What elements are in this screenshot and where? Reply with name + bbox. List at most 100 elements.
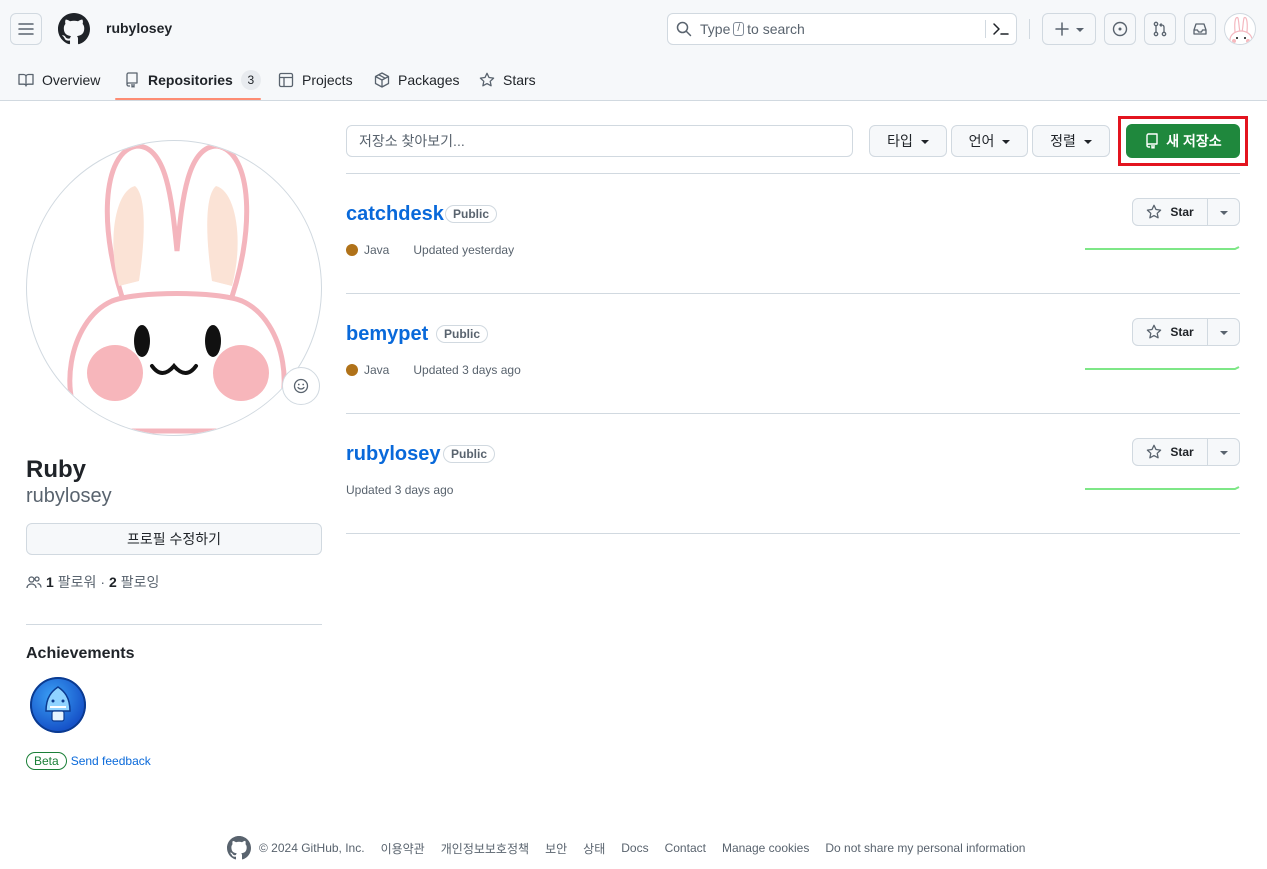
hamburger-menu-button[interactable] <box>10 13 42 45</box>
global-search-input[interactable]: Type / to search <box>667 13 1017 45</box>
footer-link-status[interactable]: 상태 <box>583 840 605 857</box>
footer-link-contact[interactable]: Contact <box>665 841 706 855</box>
star-toggle[interactable]: Star <box>1133 199 1208 225</box>
footer-link-terms[interactable]: 이용약관 <box>381 840 425 857</box>
create-new-button[interactable] <box>1042 13 1096 45</box>
package-icon <box>374 71 390 88</box>
repo-link-catchdesk[interactable]: catchdesk <box>346 203 444 226</box>
search-hint-before: Type <box>700 21 731 37</box>
new-repository-label: 새 저장소 <box>1166 133 1222 149</box>
star-button[interactable]: Star <box>1132 198 1240 226</box>
inbox-button[interactable] <box>1184 13 1216 45</box>
repo-meta: Java Updated yesterday <box>346 243 514 257</box>
people-icon <box>26 576 42 589</box>
plus-icon <box>1055 22 1069 36</box>
following-link[interactable]: 2 팔로잉 <box>109 572 159 592</box>
search-shortcut-key: / <box>733 22 745 36</box>
profile-login: rubylosey <box>26 485 112 507</box>
star-icon <box>479 72 495 86</box>
edit-profile-button[interactable]: 프로필 수정하기 <box>26 523 322 555</box>
language-color-dot <box>346 364 358 376</box>
star-icon <box>1147 204 1162 219</box>
visibility-badge: Public <box>436 325 489 343</box>
achievements-title: Achievements <box>26 645 135 662</box>
footer-link-privacy[interactable]: 개인정보보호정책 <box>441 840 529 857</box>
footer-link-do-not-share[interactable]: Do not share my personal information <box>825 841 1025 855</box>
activity-sparkline <box>1085 486 1240 490</box>
footer-link-docs[interactable]: Docs <box>621 841 648 855</box>
repository-search-input[interactable]: 저장소 찾아보기... <box>346 125 853 157</box>
tab-overview[interactable]: Overview <box>18 58 100 101</box>
tab-repositories[interactable]: Repositories 3 <box>124 58 261 101</box>
profile-avatar[interactable] <box>26 140 322 436</box>
tab-label: Stars <box>503 71 536 88</box>
repo-icon <box>126 71 138 88</box>
star-lists-dropdown[interactable] <box>1208 319 1239 345</box>
star-lists-dropdown[interactable] <box>1208 199 1239 225</box>
following-count: 2 <box>109 574 117 590</box>
tab-stars[interactable]: Stars <box>479 58 536 101</box>
star-icon <box>1147 324 1162 339</box>
followers-label: 팔로워 <box>57 574 97 590</box>
repo-link-bemypet[interactable]: bemypet <box>346 323 428 346</box>
repo-updated: Updated 3 days ago <box>346 483 454 497</box>
search-icon <box>676 21 692 37</box>
command-palette-icon[interactable] <box>992 21 1010 37</box>
inbox-icon <box>1193 23 1207 35</box>
new-repository-button[interactable]: 새 저장소 <box>1126 124 1240 158</box>
star-button[interactable]: Star <box>1132 438 1240 466</box>
chevron-down-icon <box>1002 140 1011 144</box>
activity-sparkline <box>1085 246 1240 250</box>
top-bar: rubylosey Type / to search <box>0 0 1267 58</box>
pull-requests-button[interactable] <box>1144 13 1176 45</box>
language-filter-dropdown[interactable]: 언어 <box>951 125 1028 157</box>
star-button[interactable]: Star <box>1132 318 1240 346</box>
repo-updated: Updated 3 days ago <box>413 363 521 377</box>
star-label: Star <box>1170 205 1194 219</box>
chevron-down-icon <box>1219 331 1228 335</box>
bunny-avatar-illustration <box>67 143 287 434</box>
star-toggle[interactable]: Star <box>1133 439 1208 465</box>
type-filter-dropdown[interactable]: 타입 <box>869 125 947 157</box>
dot-separator: · <box>100 574 105 590</box>
active-tab-indicator <box>115 98 261 100</box>
followers-count: 1 <box>46 574 54 590</box>
footer-link-manage-cookies[interactable]: Manage cookies <box>722 841 809 855</box>
footer-link-security[interactable]: 보안 <box>545 840 567 857</box>
shark-achievement-icon <box>30 677 86 733</box>
chevron-down-icon <box>1083 140 1092 144</box>
star-lists-dropdown[interactable] <box>1208 439 1239 465</box>
list-divider <box>346 173 1240 174</box>
header-username[interactable]: rubylosey <box>106 20 172 36</box>
issues-icon <box>1112 21 1128 37</box>
sort-dropdown[interactable]: 정렬 <box>1032 125 1110 157</box>
repository-count-badge: 3 <box>240 69 261 90</box>
repo-language: Java <box>364 243 390 257</box>
github-logo[interactable] <box>58 13 90 45</box>
set-status-button[interactable] <box>282 367 320 405</box>
tab-label: Packages <box>398 71 460 88</box>
star-label: Star <box>1170 445 1194 459</box>
star-toggle[interactable]: Star <box>1133 319 1208 345</box>
header-divider <box>1029 19 1030 39</box>
visibility-badge: Public <box>443 445 496 463</box>
footer-copyright: © 2024 GitHub, Inc. <box>259 841 365 855</box>
bunny-avatar-small <box>1229 16 1253 44</box>
tab-packages[interactable]: Packages <box>374 58 459 101</box>
issues-button[interactable] <box>1104 13 1136 45</box>
repo-updated: Updated yesterday <box>413 243 515 257</box>
tab-label: Repositories <box>148 71 233 88</box>
star-icon <box>1147 444 1162 459</box>
followers-link[interactable]: 1 팔로워 <box>46 572 96 592</box>
achievement-badge[interactable] <box>30 677 86 733</box>
tab-projects[interactable]: Projects <box>278 58 353 101</box>
tab-label: Projects <box>302 71 353 88</box>
chevron-down-icon <box>920 140 929 144</box>
star-label: Star <box>1170 325 1194 339</box>
github-logo[interactable] <box>227 836 251 860</box>
repo-link-rubylosey[interactable]: rubylosey <box>346 443 440 466</box>
pull-requests-icon <box>1153 21 1167 37</box>
hamburger-icon <box>18 23 34 35</box>
user-avatar-menu[interactable] <box>1224 13 1256 45</box>
send-feedback-link[interactable]: Send feedback <box>71 754 151 768</box>
